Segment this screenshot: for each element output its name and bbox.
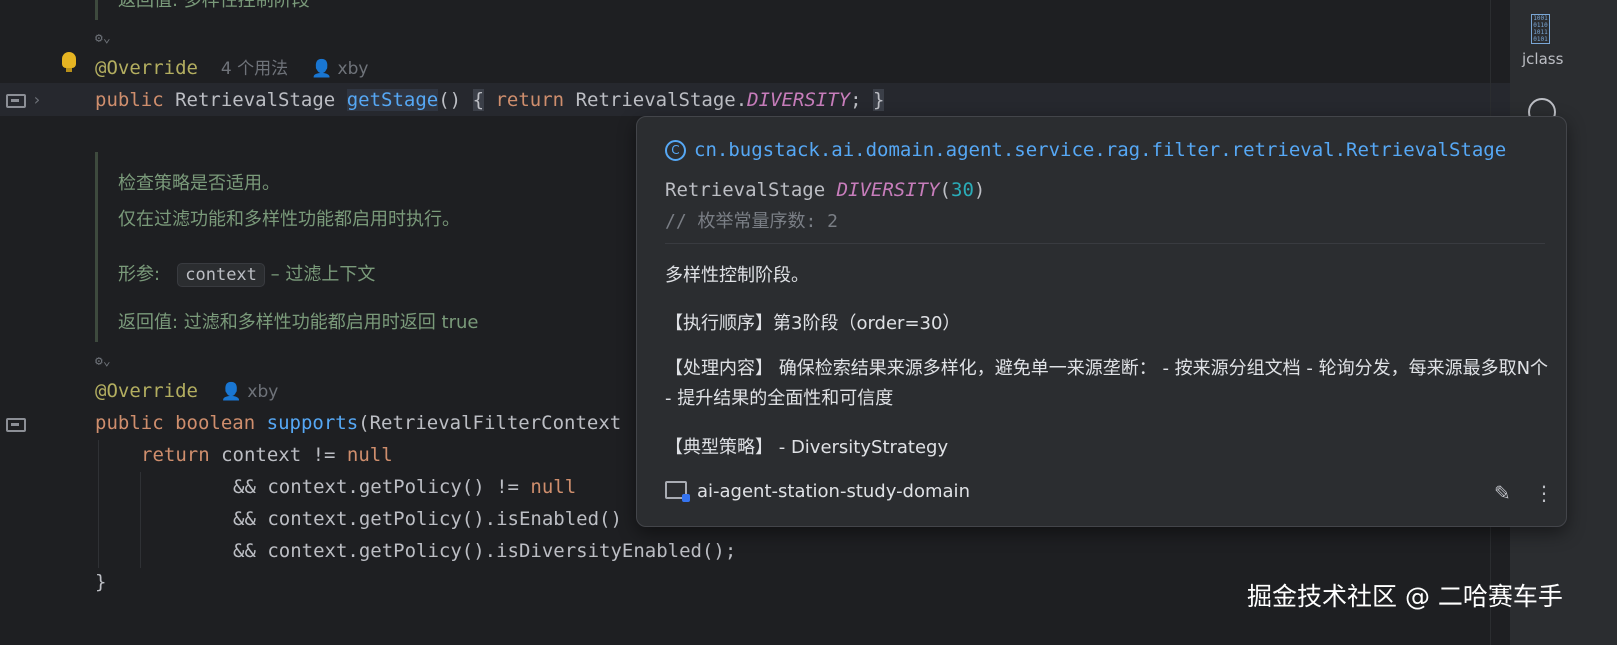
quick-documentation-popup: Ccn.bugstack.ai.domain.agent.service.rag… <box>636 116 1567 527</box>
popup-strategy: 【典型策略】 - DiversityStrategy <box>665 437 949 458</box>
condition-line-2[interactable]: && context.getPolicy().isEnabled() <box>233 503 622 535</box>
popup-ordinal-comment: // 枚举常量序数: 2 <box>665 211 839 232</box>
annotation-line-2: @Override 👤 xby <box>95 380 279 402</box>
popup-fqn[interactable]: Ccn.bugstack.ai.domain.agent.service.rag… <box>665 139 1506 161</box>
popup-description: 多样性控制阶段。 <box>665 265 809 286</box>
jclasslib-icon[interactable]: 1001 0110 1011 0101 <box>1531 14 1550 44</box>
popup-content: 【处理内容】 确保检索结果来源多样化，避免单一来源垄断： - 按来源分组文档 -… <box>665 358 1549 409</box>
edit-source-icon[interactable]: ✎ <box>1494 481 1511 505</box>
doc-returns: 返回值: 过滤和多样性功能都启用时返回 true <box>118 312 479 333</box>
ai-actions-icon[interactable]: ⚙⌄ <box>95 354 111 369</box>
param-chip: context <box>177 263 265 287</box>
more-options-icon[interactable]: ⋮ <box>1534 481 1554 505</box>
condition-line-3[interactable]: && context.getPolicy().isDiversityEnable… <box>233 535 736 567</box>
closing-brace[interactable]: } <box>95 566 106 598</box>
implements-marker-icon[interactable] <box>6 418 26 432</box>
indent-guide <box>140 472 141 568</box>
annotation-line-1: @Override 4 个用法 👤 xby <box>95 57 369 79</box>
implements-marker-icon[interactable] <box>6 94 26 108</box>
watermark: 掘金技术社区 @ 二哈赛车手 <box>1247 582 1563 611</box>
doc-param: 形参: context – 过滤上下文 <box>118 263 376 287</box>
doc-line-2: 仅在过滤功能和多样性功能都启用时执行。 <box>118 209 460 230</box>
getstage-line[interactable]: public RetrievalStage getStage() { retur… <box>95 84 885 116</box>
doc-fragment: 返回值: 多样性控制阶段 <box>118 0 310 11</box>
popup-separator <box>665 243 1545 244</box>
module-folder-icon <box>665 481 690 502</box>
condition-line-1[interactable]: && context.getPolicy() != null <box>233 471 576 503</box>
fold-chevron-icon[interactable]: › <box>32 90 42 109</box>
popup-order: 【执行顺序】第3阶段（order=30） <box>665 313 961 334</box>
popup-signature: RetrievalStage DIVERSITY(30) <box>665 179 986 201</box>
jclasslib-label[interactable]: jclass <box>1522 50 1563 68</box>
enum-class-icon: C <box>665 140 686 161</box>
popup-module[interactable]: ai-agent-station-study-domain <box>665 481 970 502</box>
doc-comment-bar <box>95 0 98 20</box>
ai-actions-icon[interactable]: ⚙⌄ <box>95 31 111 46</box>
diversity-constant: DIVERSITY <box>747 89 851 111</box>
author-hint-2[interactable]: 👤 xby <box>221 382 279 402</box>
doc-line-1: 检查策略是否适用。 <box>118 173 280 194</box>
method-name-supports: supports <box>266 412 359 434</box>
usages-hint[interactable]: 4 个用法 <box>221 59 288 79</box>
doc-comment-bar <box>95 152 98 342</box>
indent-guide <box>98 440 99 568</box>
return-line[interactable]: return context != null <box>141 439 393 471</box>
author-hint-1[interactable]: 👤 xby <box>311 59 369 79</box>
lightbulb-icon[interactable] <box>62 52 76 72</box>
supports-line[interactable]: public boolean supports(RetrievalFilterC… <box>95 407 621 439</box>
method-name-getstage: getStage <box>346 89 439 111</box>
